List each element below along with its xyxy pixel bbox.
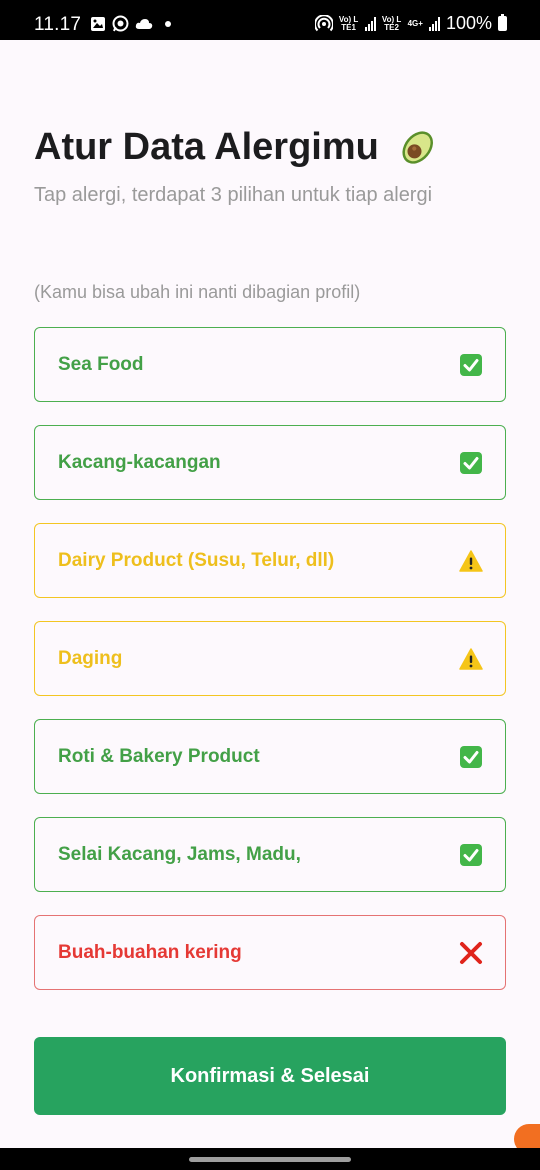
page-subtitle: Tap alergi, terdapat 3 pilihan untuk tia… xyxy=(34,184,433,206)
allergy-item-kacang-kacangan[interactable]: Kacang-kacangan xyxy=(34,425,506,500)
allergy-label: Daging xyxy=(58,647,123,669)
status-bar: 11.17 Vo) LTE1 Vo) LTE2 4G+ 100% xyxy=(0,0,540,40)
allergy-label: Sea Food xyxy=(58,353,144,375)
status-time: 11.17 xyxy=(34,14,82,35)
check-box-icon xyxy=(459,353,483,377)
cloud-icon xyxy=(135,18,153,29)
cross-icon xyxy=(459,941,483,965)
allergy-item-selai-kacang[interactable]: Selai Kacang, Jams, Madu, xyxy=(34,817,506,892)
page-title: Atur Data Alergimu xyxy=(34,126,441,169)
signal-bars-1-icon xyxy=(364,16,376,31)
check-box-icon xyxy=(459,451,483,475)
allergy-label: Kacang-kacangan xyxy=(58,451,221,473)
allergy-item-buah-kering[interactable]: Buah-buahan kering xyxy=(34,915,506,990)
navigation-bar xyxy=(0,1148,540,1170)
whatsapp-icon xyxy=(112,15,129,32)
network-label-3: 4G+ xyxy=(407,18,423,28)
allergy-label: Dairy Product (Susu, Telur, dll) xyxy=(58,549,335,571)
battery-icon xyxy=(498,14,507,31)
profile-hint: (Kamu bisa ubah ini nanti dibagian profi… xyxy=(34,282,361,302)
allergy-label: Roti & Bakery Product xyxy=(58,745,260,767)
gallery-icon xyxy=(91,16,105,31)
check-box-icon xyxy=(459,843,483,867)
warning-icon xyxy=(459,549,483,573)
network-label-1: Vo) LTE1 xyxy=(338,14,359,32)
allergy-item-sea-food[interactable]: Sea Food xyxy=(34,327,506,402)
allergy-item-dairy-product[interactable]: Dairy Product (Susu, Telur, dll) xyxy=(34,523,506,598)
allergy-list: Sea Food Kacang-kacangan Dairy Product (… xyxy=(34,327,506,1013)
warning-icon xyxy=(459,647,483,671)
allergy-label: Selai Kacang, Jams, Madu, xyxy=(58,843,301,865)
network-label-2: Vo) LTE2 xyxy=(381,14,402,32)
system-icons: Vo) LTE1 Vo) LTE2 4G+ 100% xyxy=(314,13,507,34)
hotspot-icon xyxy=(314,14,333,31)
home-indicator[interactable] xyxy=(189,1157,351,1162)
battery-percent: 100% xyxy=(445,13,492,33)
allergy-item-roti-bakery[interactable]: Roti & Bakery Product xyxy=(34,719,506,794)
notification-icons xyxy=(90,15,173,32)
check-box-icon xyxy=(459,745,483,769)
allergy-label: Buah-buahan kering xyxy=(58,941,242,963)
confirm-finish-button[interactable]: Konfirmasi & Selesai xyxy=(34,1037,506,1115)
dot-icon xyxy=(165,20,171,27)
allergy-item-daging[interactable]: Daging xyxy=(34,621,506,696)
avocado-icon xyxy=(402,131,434,164)
signal-bars-2-icon xyxy=(428,16,440,31)
page-title-text: Atur Data Alergimu xyxy=(34,126,379,168)
